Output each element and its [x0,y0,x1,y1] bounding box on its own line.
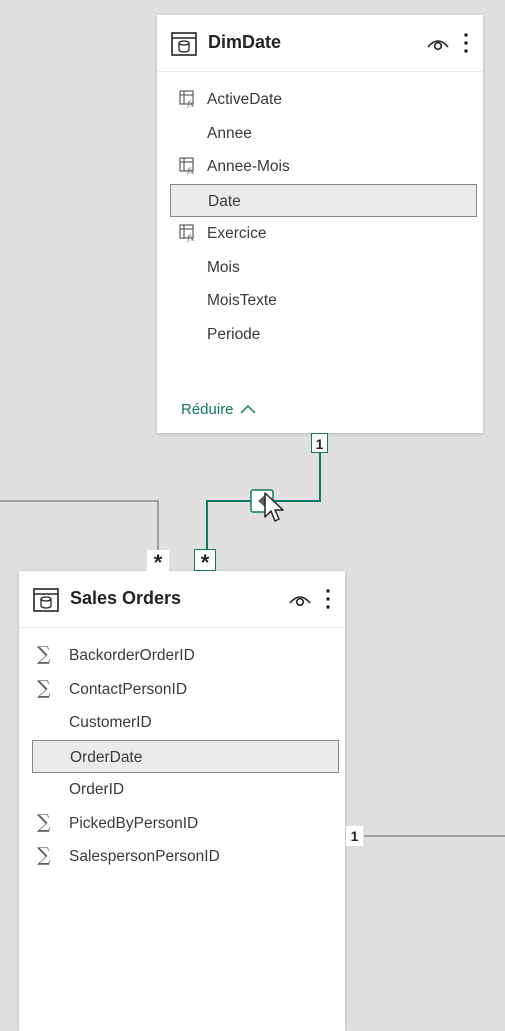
field-label: Date [208,192,241,210]
sigma-icon: ∑ [37,810,51,833]
svg-text:fx: fx [186,167,195,175]
field-label: MoisTexte [207,292,277,309]
field-label: SalespersonPersonID [69,848,220,865]
calculated-column-icon: fx [179,224,195,242]
table-title: DimDate [208,32,282,52]
field-label: Periode [207,325,261,343]
field-row[interactable]: OrderID [32,773,339,806]
calculated-column-icon: fx [179,90,195,108]
more-options-icon[interactable] [324,587,332,611]
field-label: ActiveDate [207,91,282,108]
cardinality-many-badge: * [194,549,216,575]
field-row[interactable]: fx Annee-Mois [170,150,477,183]
mouse-cursor-icon [264,492,284,522]
field-row[interactable]: ∑ SalespersonPersonID [32,840,339,873]
field-label: CustomerID [69,714,152,731]
cardinality-many-badge: * [147,550,169,575]
field-row[interactable]: OrderDate [32,739,339,773]
cardinality-one-badge: 1 [346,826,363,846]
eye-icon[interactable] [427,36,449,52]
field-label: Annee-Mois [207,158,290,175]
field-row[interactable]: ∑ PickedByPersonID [32,807,339,840]
field-label: Annee [207,124,252,142]
field-label: BackorderOrderID [69,647,195,664]
calculated-column-icon: fx [179,157,195,175]
collapse-label: Réduire [181,401,234,418]
svg-text:fx: fx [186,100,195,108]
field-row[interactable]: fx ActiveDate [170,83,477,116]
field-row[interactable]: CustomerID [32,706,339,739]
field-label: PickedByPersonID [69,814,199,832]
field-label: ContactPersonID [69,680,188,698]
table-title: Sales Orders [70,588,182,608]
sigma-icon: ∑ [37,844,51,866]
table-header[interactable]: DimDate [157,15,483,72]
svg-text:fx: fx [186,234,195,242]
relationship-line-left[interactable] [0,500,159,550]
field-label: OrderID [69,781,125,798]
field-row[interactable]: Annee [170,117,477,150]
field-row[interactable]: ∑ ContactPersonID [32,673,339,706]
table-card-dimdate[interactable]: DimDate fx ActiveDate Annee fx Annee-Mois Dat… [157,15,483,433]
more-options-icon[interactable] [462,31,470,55]
chevron-up-icon [240,404,256,414]
table-header[interactable]: Sales Orders [19,571,345,628]
table-card-sales-orders[interactable]: Sales Orders ∑ BackorderOrderID ∑ ContactPe… [19,571,345,1031]
table-icon [171,32,197,56]
field-row[interactable]: fx Exercice [170,217,477,250]
field-row[interactable]: Periode [170,318,477,351]
eye-icon[interactable] [289,592,311,608]
table-icon [33,588,59,612]
cardinality-one-badge: 1 [311,433,328,453]
sigma-icon: ∑ [37,676,51,699]
field-label: Mois [207,258,240,276]
field-label: Exercice [207,225,267,242]
collapse-link[interactable]: Réduire [181,401,256,418]
field-row[interactable]: Date [170,183,477,217]
field-row[interactable]: ∑ BackorderOrderID [32,639,339,672]
field-row[interactable]: Mois [170,251,477,284]
sigma-icon: ∑ [37,643,51,665]
field-label: OrderDate [70,748,143,766]
field-row[interactable]: MoisTexte [170,284,477,317]
